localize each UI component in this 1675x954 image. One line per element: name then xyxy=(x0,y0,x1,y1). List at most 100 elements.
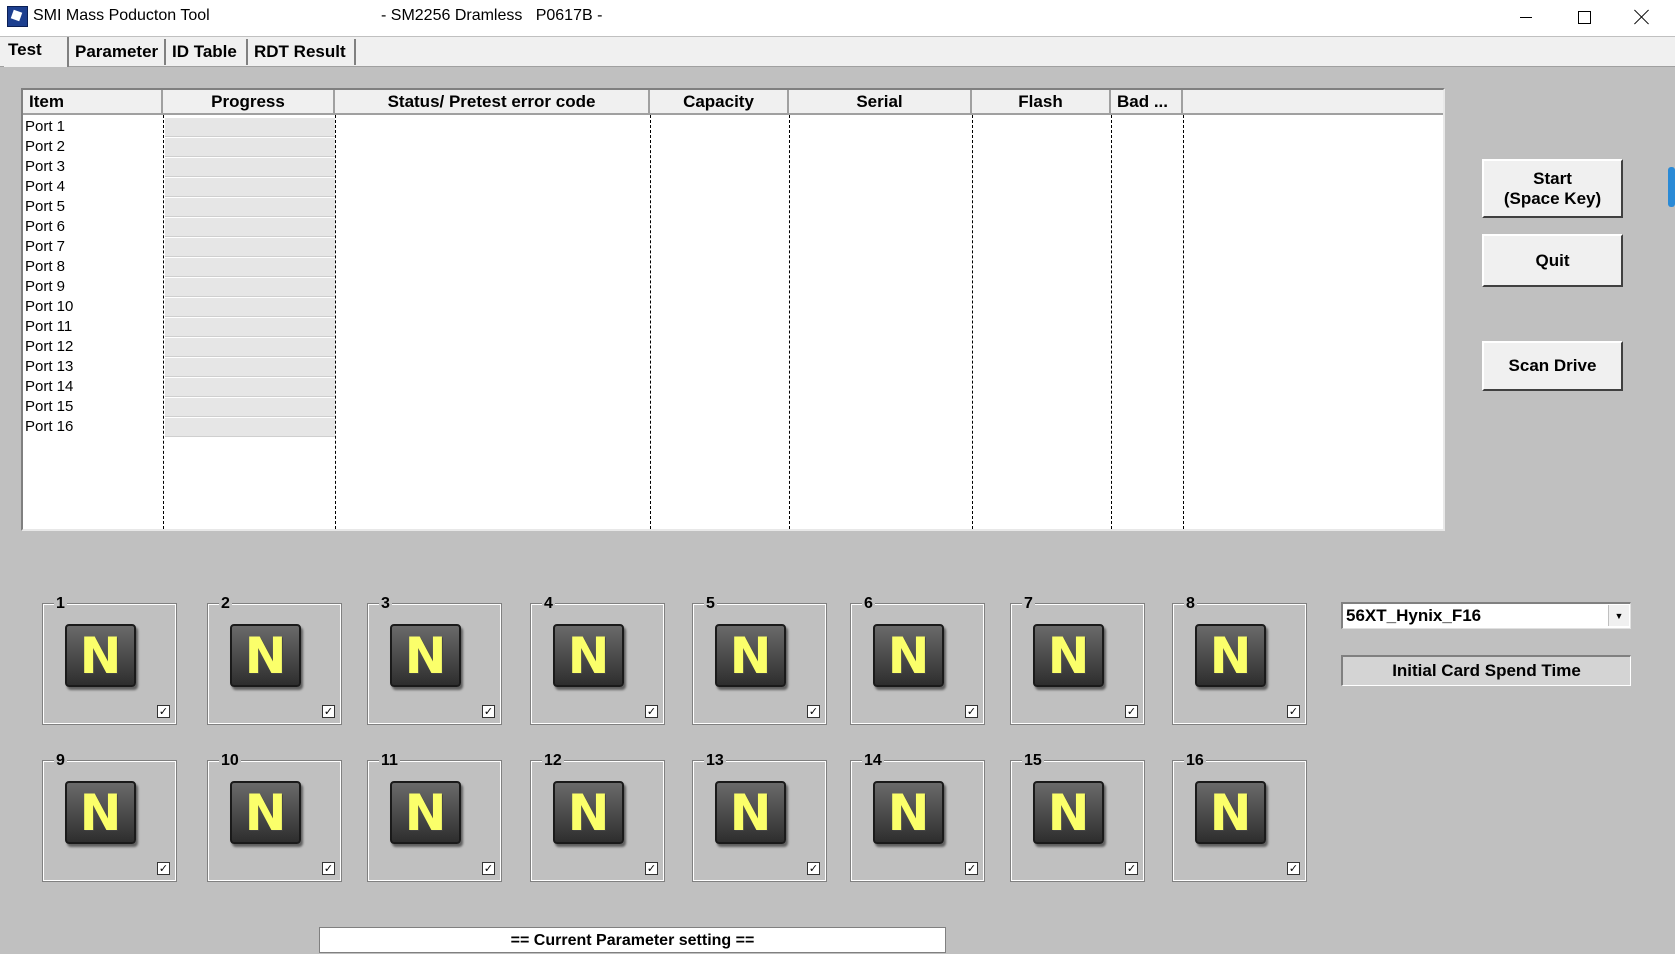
port-enable-checkbox[interactable]: ✓ xyxy=(157,705,170,718)
n-status-icon[interactable]: N xyxy=(390,781,461,844)
n-status-icon[interactable]: N xyxy=(65,624,136,687)
port-enable-checkbox[interactable]: ✓ xyxy=(322,705,335,718)
port-box-15: 15 N ✓ xyxy=(1010,752,1145,882)
port-number: 5 xyxy=(704,595,717,613)
port-box-8: 8 N ✓ xyxy=(1172,595,1307,725)
progress-bar xyxy=(165,398,335,417)
n-status-icon[interactable]: N xyxy=(553,624,624,687)
n-status-icon[interactable]: N xyxy=(553,781,624,844)
n-status-icon[interactable]: N xyxy=(390,624,461,687)
current-parameter-header: == Current Parameter setting == xyxy=(319,927,946,953)
close-button[interactable] xyxy=(1613,0,1671,34)
table-row[interactable]: Port 4 xyxy=(23,177,165,197)
port-enable-checkbox[interactable]: ✓ xyxy=(322,862,335,875)
port-number: 8 xyxy=(1184,595,1197,613)
port-number: 14 xyxy=(862,752,884,770)
table-row[interactable]: Port 13 xyxy=(23,357,165,377)
column-status[interactable]: Status/ Pretest error code xyxy=(335,90,650,113)
port-box-5: 5 N ✓ xyxy=(692,595,827,725)
table-row[interactable]: Port 15 xyxy=(23,397,165,417)
port-list-view[interactable]: Item Progress Status/ Pretest error code… xyxy=(21,88,1445,531)
n-status-icon[interactable]: N xyxy=(1195,624,1266,687)
n-status-icon[interactable]: N xyxy=(1195,781,1266,844)
n-status-icon[interactable]: N xyxy=(230,781,301,844)
quit-button[interactable]: Quit xyxy=(1482,234,1623,287)
port-enable-checkbox[interactable]: ✓ xyxy=(965,862,978,875)
table-row[interactable]: Port 10 xyxy=(23,297,165,317)
n-status-icon[interactable]: N xyxy=(873,781,944,844)
progress-bar xyxy=(165,418,335,437)
minimize-button[interactable] xyxy=(1497,0,1555,34)
port-enable-checkbox[interactable]: ✓ xyxy=(645,705,658,718)
column-item[interactable]: Item xyxy=(23,90,163,113)
column-bad[interactable]: Bad ... xyxy=(1111,90,1183,113)
table-row[interactable]: Port 9 xyxy=(23,277,165,297)
table-row[interactable]: Port 8 xyxy=(23,257,165,277)
start-button[interactable]: Start (Space Key) xyxy=(1482,159,1623,218)
table-row[interactable]: Port 16 xyxy=(23,417,165,437)
test-panel: Item Progress Status/ Pretest error code… xyxy=(0,67,1675,953)
n-status-icon[interactable]: N xyxy=(1033,624,1104,687)
tab-test[interactable]: Test xyxy=(4,37,69,67)
chevron-down-icon[interactable]: ▼ xyxy=(1608,605,1629,626)
port-enable-checkbox[interactable]: ✓ xyxy=(645,862,658,875)
progress-bar xyxy=(165,158,335,177)
port-box-14: 14 N ✓ xyxy=(850,752,985,882)
column-progress[interactable]: Progress xyxy=(163,90,335,113)
port-box-16: 16 N ✓ xyxy=(1172,752,1307,882)
progress-bar xyxy=(165,138,335,157)
port-enable-checkbox[interactable]: ✓ xyxy=(1125,862,1138,875)
progress-bar xyxy=(165,198,335,217)
tab-id-table[interactable]: ID Table xyxy=(168,39,248,65)
table-row[interactable]: Port 11 xyxy=(23,317,165,337)
port-enable-checkbox[interactable]: ✓ xyxy=(1287,862,1300,875)
progress-bar xyxy=(165,358,335,377)
port-enable-checkbox[interactable]: ✓ xyxy=(482,705,495,718)
port-enable-checkbox[interactable]: ✓ xyxy=(807,862,820,875)
port-number: 4 xyxy=(542,595,555,613)
table-row[interactable]: Port 5 xyxy=(23,197,165,217)
progress-bar xyxy=(165,318,335,337)
flash-type-value: 56XT_Hynix_F16 xyxy=(1346,606,1482,625)
table-row[interactable]: Port 7 xyxy=(23,237,165,257)
table-row[interactable]: Port 3 xyxy=(23,157,165,177)
n-status-icon[interactable]: N xyxy=(715,781,786,844)
column-divider xyxy=(972,115,973,529)
column-capacity[interactable]: Capacity xyxy=(650,90,789,113)
progress-bar xyxy=(165,218,335,237)
tab-rdt-result[interactable]: RDT Result xyxy=(250,39,356,65)
table-row[interactable]: Port 6 xyxy=(23,217,165,237)
smi-app-icon[interactable] xyxy=(7,6,28,27)
port-number: 16 xyxy=(1184,752,1206,770)
n-status-icon[interactable]: N xyxy=(1033,781,1104,844)
column-divider xyxy=(1111,115,1112,529)
table-row[interactable]: Port 12 xyxy=(23,337,165,357)
port-enable-checkbox[interactable]: ✓ xyxy=(807,705,820,718)
tab-parameter[interactable]: Parameter xyxy=(71,39,166,65)
n-status-icon[interactable]: N xyxy=(873,624,944,687)
table-row[interactable]: Port 2 xyxy=(23,137,165,157)
column-flash[interactable]: Flash xyxy=(972,90,1111,113)
flash-type-select[interactable]: 56XT_Hynix_F16 ▼ xyxy=(1341,602,1631,629)
scroll-indicator[interactable] xyxy=(1668,167,1675,207)
port-enable-checkbox[interactable]: ✓ xyxy=(1125,705,1138,718)
progress-bar xyxy=(165,238,335,257)
list-header: Item Progress Status/ Pretest error code… xyxy=(23,90,1443,115)
maximize-button[interactable] xyxy=(1555,0,1613,34)
n-status-icon[interactable]: N xyxy=(230,624,301,687)
port-enable-checkbox[interactable]: ✓ xyxy=(482,862,495,875)
table-row[interactable]: Port 1 xyxy=(23,117,165,137)
port-enable-checkbox[interactable]: ✓ xyxy=(1287,705,1300,718)
table-row[interactable]: Port 14 xyxy=(23,377,165,397)
scan-drive-button[interactable]: Scan Drive xyxy=(1482,341,1623,391)
port-number: 11 xyxy=(379,752,400,770)
column-divider xyxy=(1183,115,1184,529)
n-status-icon[interactable]: N xyxy=(715,624,786,687)
progress-bar xyxy=(165,178,335,197)
column-serial[interactable]: Serial xyxy=(789,90,972,113)
minimize-icon xyxy=(1520,16,1532,18)
n-status-icon[interactable]: N xyxy=(65,781,136,844)
progress-bar xyxy=(165,298,335,317)
port-enable-checkbox[interactable]: ✓ xyxy=(157,862,170,875)
port-enable-checkbox[interactable]: ✓ xyxy=(965,705,978,718)
